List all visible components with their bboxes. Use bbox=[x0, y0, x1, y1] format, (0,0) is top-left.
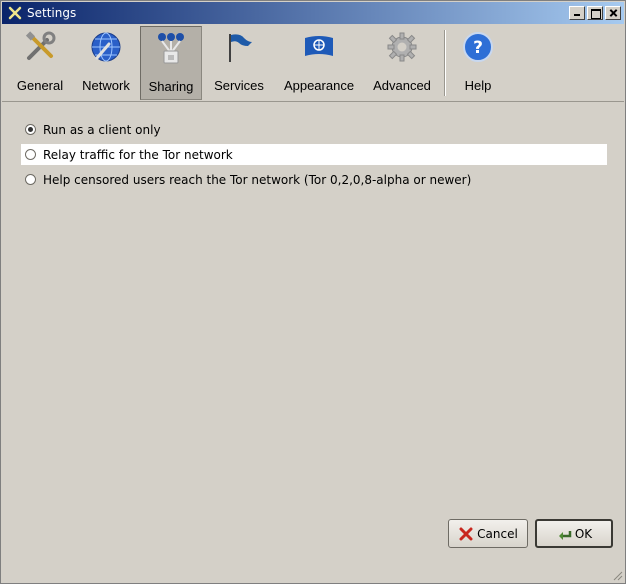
tab-appearance[interactable]: Appearance bbox=[280, 26, 358, 100]
radio-client-only[interactable] bbox=[25, 124, 36, 135]
ok-button[interactable]: OK bbox=[535, 519, 613, 548]
cancel-icon bbox=[458, 526, 474, 542]
maximize-button[interactable] bbox=[587, 6, 603, 20]
settings-toolbar: General Network Sharing Services Appeara… bbox=[2, 24, 624, 102]
help-icon: ? bbox=[460, 29, 496, 65]
option-bridge[interactable]: Help censored users reach the Tor networ… bbox=[21, 169, 607, 190]
tab-network[interactable]: Network bbox=[74, 26, 138, 100]
option-client-only-label: Run as a client only bbox=[43, 122, 161, 137]
sharing-icon bbox=[153, 30, 189, 66]
option-bridge-label: Help censored users reach the Tor networ… bbox=[43, 172, 472, 187]
tab-help[interactable]: ? Help bbox=[452, 26, 504, 100]
tab-advanced-label: Advanced bbox=[373, 78, 431, 93]
tab-appearance-label: Appearance bbox=[283, 78, 355, 93]
appearance-flag-icon bbox=[301, 29, 337, 65]
svg-text:?: ? bbox=[473, 38, 483, 58]
radio-relay-traffic[interactable] bbox=[25, 149, 36, 160]
tab-general[interactable]: General bbox=[10, 26, 70, 100]
toolbar-separator bbox=[444, 30, 446, 96]
flag-icon bbox=[221, 29, 257, 65]
option-relay-traffic-label: Relay traffic for the Tor network bbox=[43, 147, 233, 162]
tools-icon bbox=[22, 29, 58, 65]
sharing-options: Run as a client only Relay traffic for t… bbox=[21, 119, 607, 194]
tab-services-label: Services bbox=[214, 78, 264, 93]
tab-network-label: Network bbox=[82, 78, 130, 93]
option-client-only[interactable]: Run as a client only bbox=[21, 119, 607, 140]
title-bar[interactable]: Settings bbox=[2, 2, 624, 24]
close-button[interactable] bbox=[605, 6, 621, 20]
tab-advanced[interactable]: Advanced bbox=[366, 26, 438, 100]
window-title: Settings bbox=[27, 6, 77, 20]
option-relay-traffic[interactable]: Relay traffic for the Tor network bbox=[21, 144, 607, 165]
resize-grip[interactable] bbox=[611, 569, 623, 581]
tab-help-label: Help bbox=[464, 78, 492, 93]
cancel-button-label: Cancel bbox=[477, 526, 518, 541]
ok-icon bbox=[556, 526, 572, 542]
settings-app-icon bbox=[6, 4, 24, 22]
radio-bridge[interactable] bbox=[25, 174, 36, 185]
ok-button-label: OK bbox=[574, 526, 593, 541]
gear-icon bbox=[384, 29, 420, 65]
tab-sharing[interactable]: Sharing bbox=[140, 26, 202, 100]
cancel-button[interactable]: Cancel bbox=[448, 519, 528, 548]
settings-window: Settings General Network Sharing Service… bbox=[0, 0, 626, 584]
tab-services[interactable]: Services bbox=[208, 26, 270, 100]
tab-general-label: General bbox=[16, 78, 64, 93]
tab-sharing-label: Sharing bbox=[148, 79, 194, 94]
globe-icon bbox=[88, 29, 124, 65]
minimize-button[interactable] bbox=[569, 6, 585, 20]
